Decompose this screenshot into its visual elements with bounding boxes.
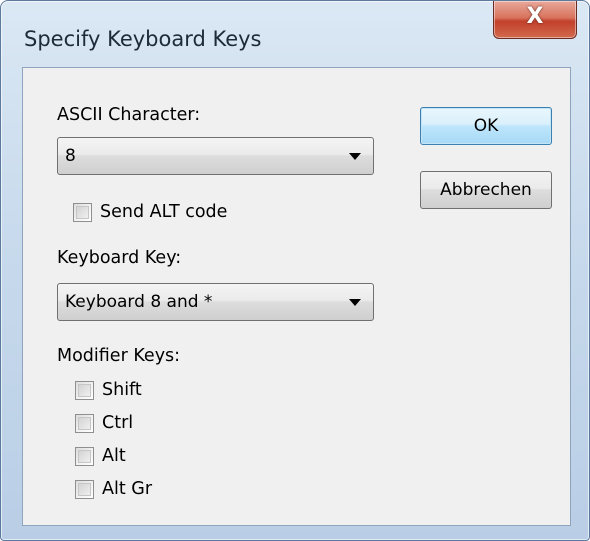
- modifier-alt-checkbox[interactable]: [75, 447, 94, 466]
- modifier-shift-label: Shift: [102, 380, 142, 400]
- chevron-down-icon: [349, 153, 361, 160]
- send-alt-code-checkbox-row[interactable]: Send ALT code: [73, 202, 273, 226]
- send-alt-code-label: Send ALT code: [100, 202, 228, 222]
- ok-button[interactable]: OK: [420, 107, 552, 145]
- modifier-shift-checkbox[interactable]: [75, 381, 94, 400]
- modifier-ctrl-row[interactable]: Ctrl: [75, 413, 195, 437]
- keyboard-key-value: Keyboard 8 and *: [65, 292, 213, 312]
- modifier-ctrl-label: Ctrl: [102, 413, 134, 433]
- window-title: Specify Keyboard Keys: [24, 27, 262, 51]
- modifier-alt-row[interactable]: Alt: [75, 446, 195, 470]
- title-bar[interactable]: Specify Keyboard Keys X: [1, 1, 589, 67]
- dialog-window: Specify Keyboard Keys X ASCII Character:…: [0, 0, 590, 541]
- keyboard-key-label: Keyboard Key:: [57, 248, 182, 268]
- keyboard-key-dropdown[interactable]: Keyboard 8 and *: [57, 283, 374, 321]
- close-icon: X: [526, 4, 544, 29]
- cancel-button[interactable]: Abbrechen: [420, 171, 552, 209]
- close-button[interactable]: X: [493, 1, 577, 39]
- ascii-character-label: ASCII Character:: [57, 105, 201, 125]
- send-alt-code-checkbox[interactable]: [73, 203, 92, 222]
- ascii-character-value: 8: [65, 146, 76, 166]
- chevron-down-icon: [349, 299, 361, 306]
- modifier-alt-gr-checkbox[interactable]: [75, 480, 94, 499]
- modifier-keys-label: Modifier Keys:: [57, 346, 181, 366]
- modifier-shift-row[interactable]: Shift: [75, 380, 195, 404]
- dialog-client-area: ASCII Character: 8 Send ALT code Keyboar…: [22, 67, 571, 526]
- ascii-character-dropdown[interactable]: 8: [57, 137, 374, 175]
- modifier-alt-gr-label: Alt Gr: [102, 479, 153, 499]
- modifier-alt-label: Alt: [102, 446, 126, 466]
- modifier-ctrl-checkbox[interactable]: [75, 414, 94, 433]
- modifier-alt-gr-row[interactable]: Alt Gr: [75, 479, 195, 503]
